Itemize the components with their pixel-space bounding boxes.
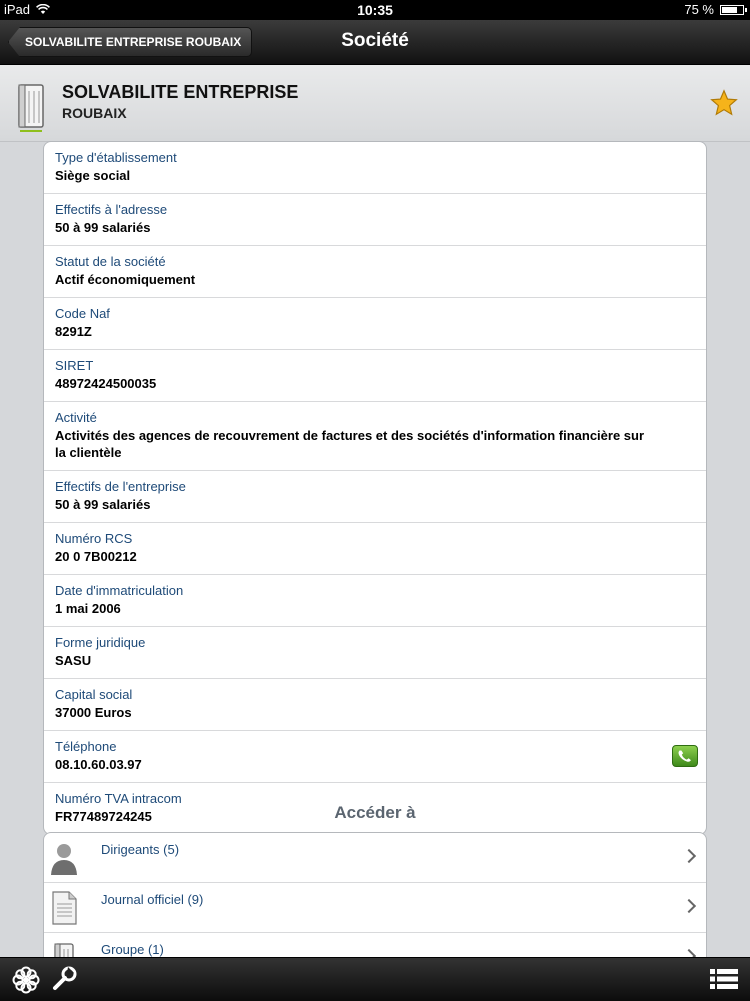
detail-label: Effectifs de l'entreprise: [55, 479, 186, 494]
detail-label: Activité: [55, 410, 97, 425]
detail-value: 08.10.60.03.97: [55, 757, 142, 772]
star-icon[interactable]: [710, 89, 738, 117]
detail-label: Numéro RCS: [55, 531, 133, 546]
detail-row: Forme juridique SASU: [44, 627, 706, 679]
detail-value: 48972424500035: [55, 376, 157, 391]
detail-row: Code Naf 8291Z: [44, 298, 706, 350]
detail-row: Type d'établissement Siège social: [44, 142, 706, 194]
detail-label: Forme juridique: [55, 635, 146, 650]
navigation-bar: SOLVABILITE ENTREPRISE ROUBAIX Société: [0, 20, 750, 65]
access-item-label: Dirigeants (5): [101, 842, 180, 857]
detail-row: SIRET 48972424500035: [44, 350, 706, 402]
detail-label: Code Naf: [55, 306, 110, 321]
detail-value: SASU: [55, 653, 92, 668]
access-item-label: Journal officiel (9): [101, 892, 204, 907]
access-section-title: Accéder à: [334, 803, 416, 822]
company-city: ROUBAIX: [62, 105, 127, 121]
document-icon: [52, 891, 77, 925]
detail-row: Date d'immatriculation 1 mai 2006: [44, 575, 706, 627]
company-name: SOLVABILITE ENTREPRISE: [62, 82, 299, 102]
detail-row: Activité Activités des agences de recouvr…: [44, 402, 706, 471]
status-time: 10:35: [357, 2, 393, 18]
status-bar: iPad 10:35 75 %: [0, 0, 750, 20]
detail-value: 20 0 7B00212: [55, 549, 137, 564]
detail-value: 1 mai 2006: [55, 601, 121, 616]
detail-value: 37000 Euros: [55, 705, 132, 720]
detail-value: Actif économiquement: [55, 272, 196, 287]
header-accent-line: [20, 130, 42, 132]
page-title: Société: [341, 30, 409, 51]
detail-value: 50 à 99 salariés: [55, 220, 151, 235]
detail-row: Téléphone 08.10.60.03.97: [44, 731, 706, 783]
phone-icon[interactable]: [672, 745, 698, 767]
detail-label: Type d'établissement: [55, 150, 177, 165]
battery-icon: [720, 4, 747, 15]
chevron-right-icon: [681, 848, 697, 864]
access-item[interactable]: Dirigeants (5): [44, 833, 706, 883]
detail-row: Statut de la société Actif économiquement: [44, 246, 706, 298]
detail-value: 50 à 99 salariés: [55, 497, 151, 512]
detail-label: Date d'immatriculation: [55, 583, 184, 598]
detail-row: Effectifs de l'entreprise 50 à 99 salarié…: [44, 471, 706, 523]
detail-row: Capital social 37000 Euros: [44, 679, 706, 731]
detail-label: Téléphone: [55, 739, 117, 754]
detail-value: Siège social: [55, 168, 131, 183]
access-item[interactable]: Journal officiel (9): [44, 883, 706, 933]
person-icon: [51, 844, 77, 875]
flower-icon[interactable]: [12, 966, 40, 994]
access-item-label: Groupe (1): [101, 942, 164, 957]
bottom-toolbar: [0, 957, 750, 1001]
detail-row: Numéro RCS 20 0 7B00212: [44, 523, 706, 575]
detail-label: Capital social: [55, 687, 133, 702]
building-icon: [18, 84, 44, 128]
battery-percent: 75 %: [684, 2, 714, 17]
detail-label: SIRET: [55, 358, 94, 373]
company-details-card: Type d'établissement Siège social Effectif…: [43, 141, 707, 835]
list-icon[interactable]: [710, 968, 738, 990]
chevron-right-icon: [681, 898, 697, 914]
detail-label: Statut de la société: [55, 254, 166, 269]
detail-row: Effectifs à l'adresse 50 à 99 salariés: [44, 194, 706, 246]
detail-value: Activités des agences de recouvrement de…: [55, 428, 645, 460]
wrench-icon[interactable]: [52, 966, 78, 992]
detail-label: Effectifs à l'adresse: [55, 202, 168, 217]
access-list: Dirigeants (5) Journal officiel (9) Groupe…: [43, 832, 707, 972]
company-header: SOLVABILITE ENTREPRISE ROUBAIX: [0, 65, 750, 142]
detail-value: 8291Z: [55, 324, 92, 339]
